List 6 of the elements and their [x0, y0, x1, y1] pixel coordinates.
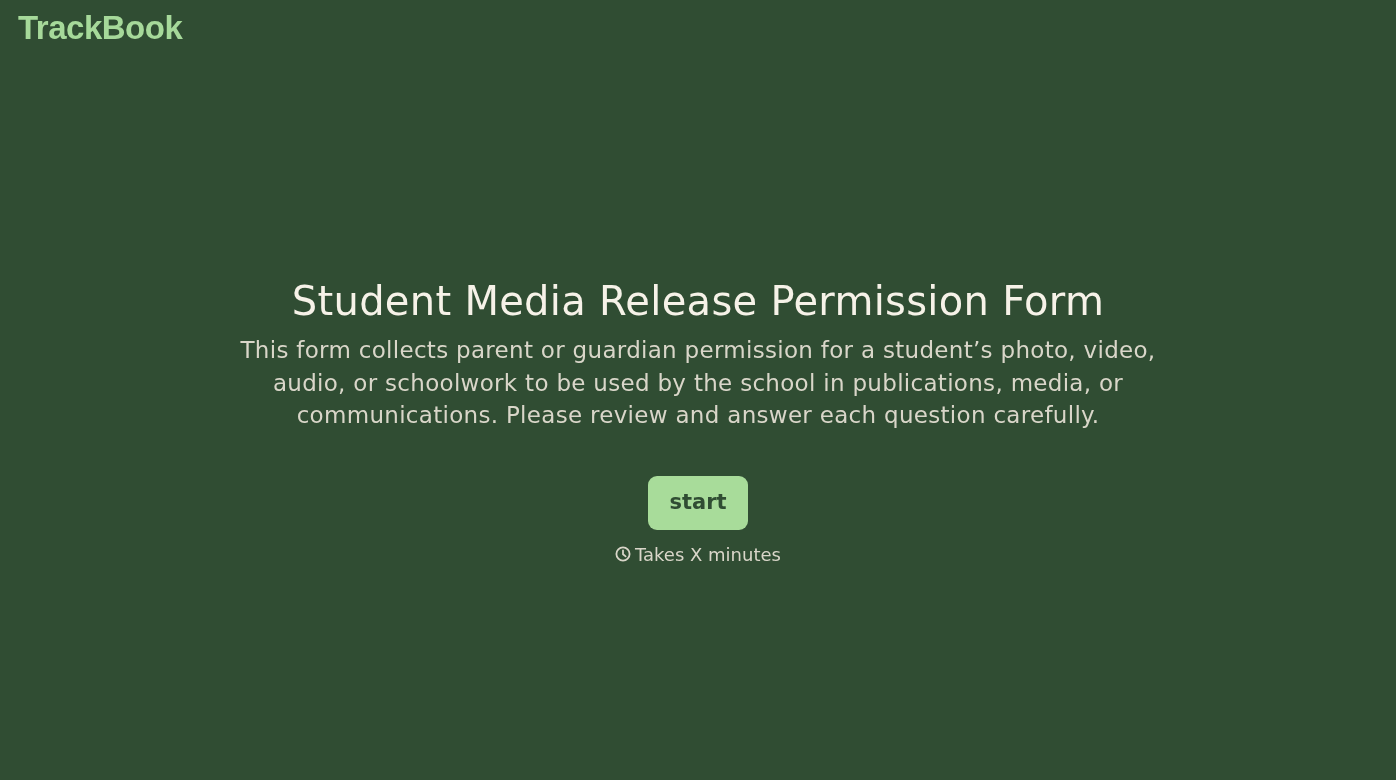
duration-text: Takes X minutes — [635, 542, 781, 567]
form-title: Student Media Release Permission Form — [291, 278, 1105, 325]
clock-icon — [615, 546, 632, 563]
start-button[interactable]: start — [648, 475, 748, 530]
trackbook-logo: TrackBook — [18, 11, 183, 44]
form-description: This form collects parent or guardian permission for a student’s photo, video, audio, or schoolwork to be used by the school in publications, media, or communications. Please review and answer each question carefully. — [239, 336, 1157, 431]
